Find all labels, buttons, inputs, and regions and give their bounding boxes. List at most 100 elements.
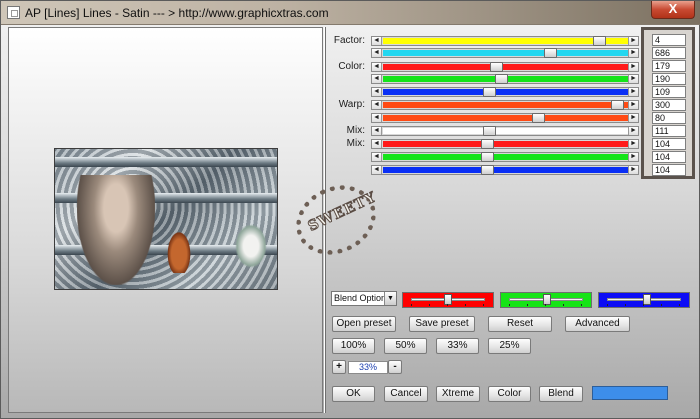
slider-value-field[interactable]: 111 — [652, 125, 686, 137]
parameter-slider[interactable]: ◄ ► — [371, 165, 639, 175]
arrow-left-icon[interactable]: ◄ — [372, 153, 382, 161]
slider-track[interactable] — [383, 102, 629, 108]
slider-value-field[interactable]: 104 — [652, 138, 686, 150]
arrow-right-icon[interactable]: ► — [628, 101, 638, 109]
slider-value-field[interactable]: 104 — [652, 151, 686, 163]
slider-thumb[interactable] — [481, 152, 494, 162]
arrow-left-icon[interactable]: ◄ — [372, 166, 382, 174]
parameter-slider[interactable]: ◄ ► — [371, 48, 639, 58]
slider-thumb[interactable] — [611, 100, 624, 110]
parameter-slider[interactable]: ◄ ► — [371, 100, 639, 110]
arrow-left-icon[interactable]: ◄ — [372, 127, 382, 135]
slider-thumb[interactable] — [490, 62, 503, 72]
blend-color-slider[interactable] — [598, 292, 690, 308]
arrow-left-icon[interactable]: ◄ — [372, 63, 382, 71]
arrow-right-icon[interactable]: ► — [628, 114, 638, 122]
slider-value-field[interactable]: 179 — [652, 60, 686, 72]
slider-thumb[interactable] — [483, 126, 496, 136]
plugin-window: AP [Lines] Lines - Satin --- > http://ww… — [0, 0, 700, 419]
xtreme-button[interactable]: Xtreme — [436, 386, 480, 402]
zoom-100-button[interactable]: 100% — [332, 338, 375, 354]
arrow-right-icon[interactable]: ► — [628, 166, 638, 174]
parameter-slider[interactable]: ◄ ► — [371, 113, 639, 123]
slider-track[interactable] — [383, 50, 629, 56]
arrow-left-icon[interactable]: ◄ — [372, 37, 382, 45]
parameter-slider[interactable]: ◄ ► — [371, 152, 639, 162]
slider-track[interactable] — [383, 167, 629, 173]
preview-flower — [233, 221, 269, 271]
arrow-left-icon[interactable]: ◄ — [372, 49, 382, 57]
slider-track[interactable] — [383, 64, 629, 70]
slider-track[interactable] — [383, 89, 629, 95]
slider-thumb[interactable] — [593, 36, 606, 46]
open-preset-button[interactable]: Open preset — [332, 316, 396, 332]
arrow-right-icon[interactable]: ► — [628, 37, 638, 45]
arrow-right-icon[interactable]: ► — [628, 127, 638, 135]
arrow-right-icon[interactable]: ► — [628, 63, 638, 71]
parameter-slider[interactable]: ◄ ► — [371, 87, 639, 97]
arrow-right-icon[interactable]: ► — [628, 88, 638, 96]
blend-color-slider[interactable] — [500, 292, 592, 308]
slider-value-field[interactable]: 109 — [652, 86, 686, 98]
slider-value-field[interactable]: 80 — [652, 112, 686, 124]
slider-thumb[interactable] — [495, 74, 508, 84]
arrow-left-icon[interactable]: ◄ — [372, 88, 382, 96]
cancel-button[interactable]: Cancel — [384, 386, 428, 402]
slider-track[interactable] — [383, 141, 629, 147]
zoom-33-button[interactable]: 33% — [436, 338, 479, 354]
slider-value-field[interactable]: 300 — [652, 99, 686, 111]
parameter-slider[interactable]: ◄ ► — [371, 62, 639, 72]
parameter-slider[interactable]: ◄ ► — [371, 74, 639, 84]
reset-button[interactable]: Reset — [488, 316, 552, 332]
arrow-right-icon[interactable]: ► — [628, 75, 638, 83]
arrow-left-icon[interactable]: ◄ — [372, 75, 382, 83]
color-swatch[interactable] — [592, 386, 668, 400]
slider-value-field[interactable]: 104 — [652, 164, 686, 176]
slider-thumb[interactable] — [544, 48, 557, 58]
slider-label: Color: — [338, 61, 365, 72]
zoom-out-button[interactable]: - — [388, 360, 402, 374]
parameter-slider[interactable]: ◄ ► — [371, 126, 639, 136]
blend-button[interactable]: Blend — [539, 386, 583, 402]
slider-value-field[interactable]: 190 — [652, 73, 686, 85]
blend-slider-ticks — [509, 304, 583, 306]
arrow-right-icon[interactable]: ► — [628, 140, 638, 148]
slider-track[interactable] — [383, 128, 629, 134]
blend-option-select[interactable]: Blend Option ▼ — [331, 291, 397, 306]
zoom-25-button[interactable]: 25% — [488, 338, 531, 354]
close-button[interactable]: X — [651, 1, 695, 19]
advanced-button[interactable]: Advanced — [565, 316, 630, 332]
arrow-left-icon[interactable]: ◄ — [372, 101, 382, 109]
zoom-in-button[interactable]: + — [332, 360, 346, 374]
slider-label: Mix: — [346, 125, 365, 136]
parameter-slider[interactable]: ◄ ► — [371, 139, 639, 149]
slider-label: Mix: — [346, 138, 365, 149]
arrow-right-icon[interactable]: ► — [628, 49, 638, 57]
zoom-50-button[interactable]: 50% — [384, 338, 427, 354]
slider-thumb[interactable] — [532, 113, 545, 123]
slider-track[interactable] — [383, 154, 629, 160]
arrow-left-icon[interactable]: ◄ — [372, 114, 382, 122]
preview-image — [54, 148, 278, 290]
arrow-left-icon[interactable]: ◄ — [372, 140, 382, 148]
ok-button[interactable]: OK — [332, 386, 375, 402]
zoom-level-field[interactable]: 33% — [348, 361, 388, 374]
blend-color-slider[interactable] — [402, 292, 494, 308]
color-button[interactable]: Color — [488, 386, 531, 402]
arrow-right-icon[interactable]: ► — [628, 153, 638, 161]
slider-value-field[interactable]: 4 — [652, 34, 686, 46]
save-preset-button[interactable]: Save preset — [409, 316, 475, 332]
slider-thumb[interactable] — [481, 165, 494, 175]
preview-figure — [77, 175, 155, 285]
slider-label: Warp: — [338, 99, 365, 110]
slider-track[interactable] — [383, 115, 629, 121]
slider-value-field[interactable]: 686 — [652, 47, 686, 59]
value-panel: 4 686 179 190 109 300 80 111 104 104 104 — [641, 27, 695, 179]
chevron-down-icon[interactable]: ▼ — [384, 292, 396, 305]
slider-thumb[interactable] — [481, 139, 494, 149]
preview-cat — [167, 231, 191, 273]
parameter-slider[interactable]: ◄ ► — [371, 36, 639, 46]
title-bar[interactable]: AP [Lines] Lines - Satin --- > http://ww… — [1, 1, 700, 25]
blend-slider-ticks — [411, 304, 485, 306]
slider-thumb[interactable] — [483, 87, 496, 97]
